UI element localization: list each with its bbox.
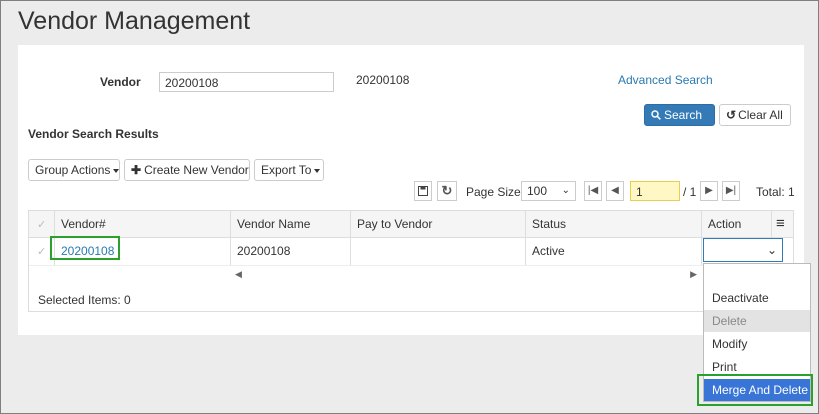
column-header-pay-to-vendor[interactable]: Pay to Vendor: [351, 211, 526, 237]
page-size-select[interactable]: 100 ⌄: [521, 181, 576, 201]
highlight-box-vendor: [50, 236, 120, 260]
status-cell: Active: [526, 237, 702, 265]
clear-all-label: Clear All: [738, 108, 783, 122]
save-icon[interactable]: [414, 181, 432, 201]
plus-icon: ✚: [131, 163, 142, 177]
check-icon: ✓: [37, 219, 47, 231]
page-size-label: Page Size:: [466, 185, 525, 199]
highlight-box-merge: [697, 374, 813, 406]
page-size-value: 100: [527, 184, 548, 198]
group-actions-label: Group Actions: [35, 163, 111, 177]
column-header-status[interactable]: Status: [526, 211, 702, 237]
vendor-echo: 20200108: [356, 73, 410, 87]
chevron-down-icon: ⌄: [766, 243, 777, 257]
results-title: Vendor Search Results: [28, 127, 159, 141]
content-panel: Vendor 20200108 20200108 Advanced Search…: [18, 45, 804, 335]
vendor-name-cell: 20200108: [231, 237, 351, 265]
scroll-left-icon[interactable]: ◀: [235, 269, 242, 280]
last-page-icon[interactable]: ▶|: [722, 181, 740, 201]
advanced-search-link[interactable]: Advanced Search: [618, 73, 713, 87]
results-grid: ✓ Vendor# Vendor Name Pay to Vendor Stat…: [28, 210, 794, 312]
page-number-input[interactable]: 1: [630, 181, 680, 201]
prev-page-icon[interactable]: ◀: [606, 181, 624, 201]
horizontal-scrollbar[interactable]: ◀ ▶: [229, 269, 699, 281]
search-icon: [651, 106, 661, 126]
menu-icon[interactable]: ≡: [772, 211, 794, 237]
caret-down-icon: [113, 168, 120, 173]
scroll-right-icon[interactable]: ▶: [690, 269, 697, 280]
grid-header: ✓ Vendor# Vendor Name Pay to Vendor Stat…: [29, 211, 793, 238]
create-new-vendor-label: Create New Vendor: [144, 163, 249, 177]
vendor-input[interactable]: 20200108: [159, 72, 334, 92]
search-button-label: Search: [664, 108, 703, 122]
dropdown-option-modify[interactable]: Modify: [704, 333, 810, 355]
clear-all-button[interactable]: ↺ Clear All: [719, 104, 791, 126]
first-page-icon[interactable]: |◀: [584, 181, 602, 201]
column-header-vendor-name[interactable]: Vendor Name: [231, 211, 351, 237]
export-to-label: Export To: [261, 163, 312, 177]
select-all-checkbox[interactable]: ✓: [29, 211, 55, 237]
vendor-label: Vendor: [100, 75, 141, 89]
dropdown-option-deactivate[interactable]: Deactivate: [704, 287, 810, 309]
table-row[interactable]: ✓ 20200108 20200108 Active: [29, 237, 793, 266]
refresh-icon: ↺: [726, 108, 737, 122]
action-select[interactable]: ⌄: [703, 238, 783, 262]
export-to-button[interactable]: Export To: [254, 159, 324, 181]
column-header-vendor-no[interactable]: Vendor#: [55, 211, 231, 237]
pay-to-vendor-cell: [351, 237, 526, 265]
dropdown-option-delete[interactable]: Delete: [704, 310, 810, 332]
create-new-vendor-button[interactable]: ✚ Create New Vendor: [124, 159, 250, 181]
page-title: Vendor Management: [18, 7, 251, 35]
caret-down-icon: [314, 168, 321, 173]
group-actions-button[interactable]: Group Actions: [28, 159, 120, 181]
selected-items: Selected Items: 0: [38, 293, 131, 307]
total-count: Total: 1: [756, 185, 795, 199]
reload-icon[interactable]: ↻: [437, 181, 457, 201]
column-header-action: Action: [702, 211, 772, 237]
page-total: / 1: [683, 185, 697, 199]
check-icon: ✓: [37, 246, 47, 258]
search-button[interactable]: Search: [644, 104, 715, 126]
chevron-down-icon: ⌄: [561, 185, 570, 196]
window-frame: Vendor Management Vendor 20200108 202001…: [0, 0, 819, 414]
next-page-icon[interactable]: ▶: [700, 181, 718, 201]
